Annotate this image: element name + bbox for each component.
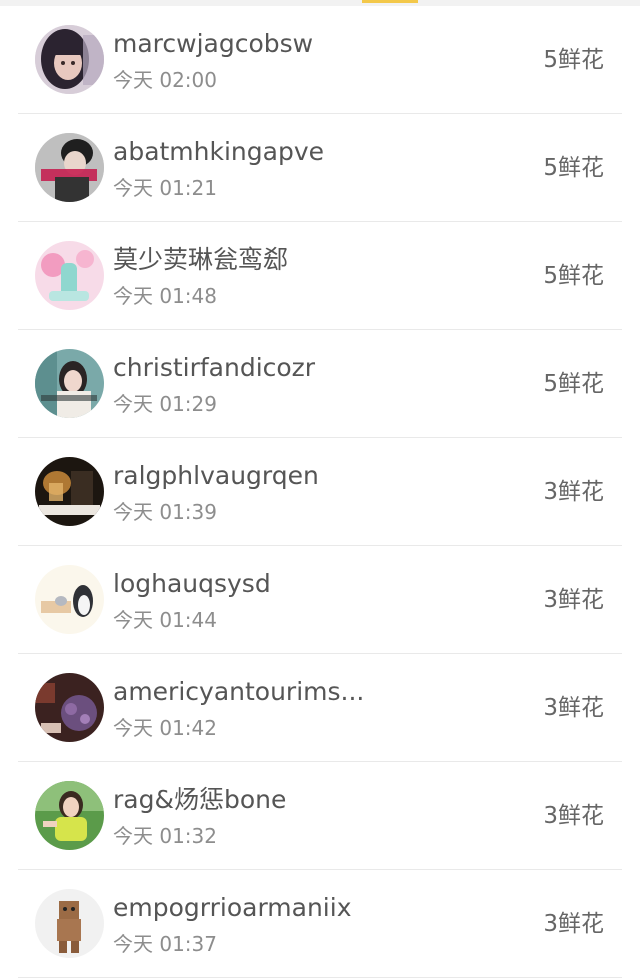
avatar-girl-green-icon [35,781,104,850]
flower-count: 3鲜花 [543,695,604,721]
list-item[interactable]: abatmhkingapve 今天 01:21 5鲜花 [18,114,622,222]
avatar-purple-flowers-icon [35,673,104,742]
avatar-girl-portrait-icon [35,25,104,94]
avatar[interactable] [35,781,104,850]
list-item[interactable]: 莫少荬琳瓮鸾郄 今天 01:48 5鲜花 [18,222,622,330]
flower-count: 5鲜花 [543,371,604,397]
avatar[interactable] [35,133,104,202]
timestamp: 今天 01:29 [113,392,217,416]
list-item[interactable]: marcwjagcobsw 今天 02:00 5鲜花 [18,6,622,114]
avatar[interactable] [35,889,104,958]
avatar-pink-illustration-icon [35,241,104,310]
flower-count: 3鲜花 [543,479,604,505]
timestamp: 今天 01:21 [113,176,217,200]
timestamp: 今天 01:39 [113,500,217,524]
avatar[interactable] [35,25,104,94]
avatar-penguin-cartoon-icon [35,565,104,634]
timestamp: 今天 01:42 [113,716,217,740]
timestamp: 今天 01:44 [113,608,217,632]
list-item[interactable]: christirfandicozr 今天 01:29 5鲜花 [18,330,622,438]
user-name[interactable]: christirfandicozr [113,353,383,383]
user-name[interactable]: loghauqsysd [113,569,383,599]
list-item[interactable]: empogrrioarmaniix 今天 01:37 3鲜花 [18,870,622,978]
avatar[interactable] [35,565,104,634]
flower-count: 3鲜花 [543,803,604,829]
user-name[interactable]: marcwjagcobsw [113,29,383,59]
user-name[interactable]: abatmhkingapve [113,137,383,167]
user-name[interactable]: empogrrioarmaniix [113,893,383,923]
avatar-girl-teal-icon [35,349,104,418]
list-item[interactable]: loghauqsysd 今天 01:44 3鲜花 [18,546,622,654]
timestamp: 今天 01:37 [113,932,217,956]
user-name[interactable]: 莫少荬琳瓮鸾郄 [113,245,383,275]
list-item[interactable]: americyantourims... 今天 01:42 3鲜花 [18,654,622,762]
timestamp: 今天 01:32 [113,824,217,848]
avatar-dark-candle-icon [35,457,104,526]
user-name[interactable]: americyantourims... [113,677,383,707]
timestamp: 今天 01:48 [113,284,217,308]
avatar[interactable] [35,241,104,310]
flower-count: 5鲜花 [543,155,604,181]
flower-count: 3鲜花 [543,911,604,937]
timestamp: 今天 02:00 [113,68,217,92]
active-tab-indicator [362,0,418,3]
list-item[interactable]: rag&炀惩bone 今天 01:32 3鲜花 [18,762,622,870]
avatar-box-robot-icon [35,889,104,958]
avatar[interactable] [35,349,104,418]
avatar[interactable] [35,673,104,742]
list-item[interactable]: ralgphlvaugrqen 今天 01:39 3鲜花 [18,438,622,546]
flower-count: 5鲜花 [543,263,604,289]
flower-count: 3鲜花 [543,587,604,613]
avatar[interactable] [35,457,104,526]
user-name[interactable]: rag&炀惩bone [113,785,383,815]
flower-count: 5鲜花 [543,47,604,73]
avatar-couple-photo-icon [35,133,104,202]
user-name[interactable]: ralgphlvaugrqen [113,461,383,491]
flower-ranking-list: marcwjagcobsw 今天 02:00 5鲜花 abatmhkingapv… [18,6,622,978]
